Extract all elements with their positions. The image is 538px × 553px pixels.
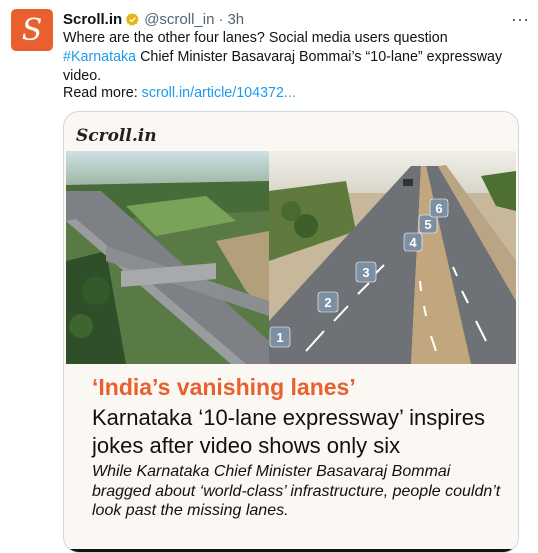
avatar[interactable]: S: [11, 9, 53, 51]
lane-number-3: 3: [362, 265, 369, 280]
hashtag-link[interactable]: #Karnataka: [63, 49, 136, 65]
article-link[interactable]: scroll.in/article/104372...: [142, 85, 296, 101]
tweet-text-part1: Where are the other four lanes? Social m…: [63, 30, 448, 46]
card-subhead: While Karnataka Chief Minister Basavaraj…: [92, 463, 501, 519]
tweet-text: Where are the other four lanes? Social m…: [63, 29, 523, 86]
lane-number-6: 6: [435, 201, 442, 216]
link-preview-card[interactable]: Scroll.in 1 2 3 4 5 6 ‘India’s vanishing…: [63, 111, 519, 553]
read-more: Read more: scroll.in/article/104372...: [63, 84, 296, 103]
tweet-header: Scroll.in @scroll_in · 3h: [63, 9, 518, 29]
scroll-logo-icon: S: [21, 12, 43, 48]
lane-number-5: 5: [424, 217, 431, 232]
card-logo: Scroll.in: [76, 126, 157, 146]
read-more-label: Read more:: [63, 85, 142, 101]
card-kicker: ‘India’s vanishing lanes’: [92, 374, 356, 400]
separator-dot: ·: [218, 10, 224, 28]
timestamp[interactable]: 3h: [227, 11, 244, 28]
expressway-photo: 1 2 3 4 5 6: [66, 151, 516, 364]
lane-number-1: 1: [276, 330, 283, 345]
card-bottom-rule: [64, 549, 518, 552]
author-name[interactable]: Scroll.in: [63, 11, 122, 28]
verified-badge-icon: [126, 12, 139, 26]
card-headline: Karnataka ‘10-lane expressway’ inspires …: [92, 405, 485, 458]
author-handle[interactable]: @scroll_in: [144, 11, 214, 28]
lane-number-2: 2: [324, 295, 331, 310]
more-options-icon[interactable]: ⋯: [511, 10, 530, 31]
lane-number-4: 4: [409, 235, 417, 250]
